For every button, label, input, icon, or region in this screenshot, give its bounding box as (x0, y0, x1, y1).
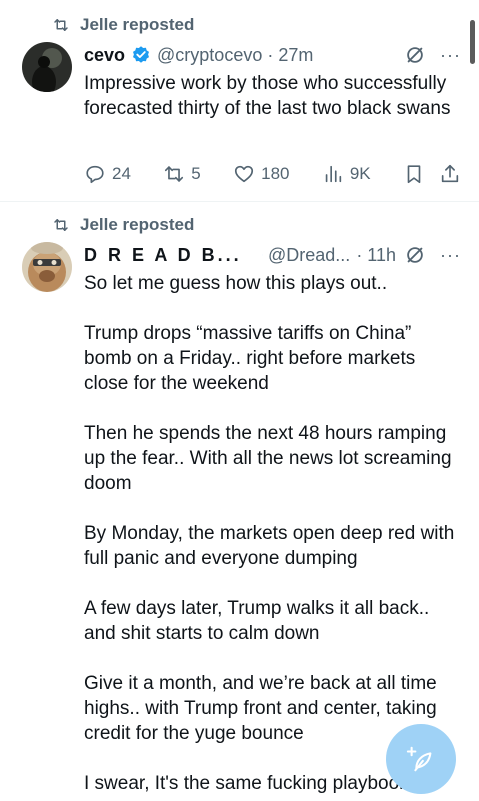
grok-icon[interactable] (404, 244, 426, 266)
grok-icon[interactable] (404, 44, 426, 66)
display-name[interactable]: D R E A D B... (84, 245, 242, 266)
timestamp[interactable]: · 27m (267, 45, 313, 66)
like-icon (233, 163, 255, 185)
like-count: 180 (261, 164, 289, 184)
view-count: 9K (350, 164, 371, 184)
reply-button[interactable]: 24 (84, 163, 131, 185)
avatar[interactable] (22, 42, 72, 92)
reply-count: 24 (112, 164, 131, 184)
repost-count: 5 (191, 164, 200, 184)
tweet-content: cevo @cryptocevo · 27m ··· Impressive wo… (84, 42, 461, 121)
repost-indicator: Jelle reposted (52, 215, 194, 235)
tweet-2[interactable]: Jelle reposted D R E A D B... @Dread... … (0, 202, 479, 801)
repost-label: Jelle reposted (80, 215, 194, 235)
repost-icon (52, 216, 70, 234)
views-icon (322, 163, 344, 185)
tweet-1[interactable]: Jelle reposted cevo @cryptocevo · 27m ··… (0, 0, 479, 202)
handle[interactable]: @Dread... (268, 245, 350, 266)
repost-label: Jelle reposted (80, 15, 194, 35)
tweet-header: cevo @cryptocevo · 27m ··· (84, 42, 461, 68)
display-name[interactable]: cevo (84, 45, 125, 66)
repost-icon (52, 16, 70, 34)
repost-indicator: Jelle reposted (52, 15, 194, 35)
timestamp[interactable]: · 11h (356, 245, 396, 266)
more-icon[interactable]: ··· (440, 245, 461, 266)
repost-icon (163, 163, 185, 185)
share-icon[interactable] (439, 163, 461, 185)
compose-button[interactable] (386, 724, 456, 794)
views-button[interactable]: 9K (322, 163, 371, 185)
handle[interactable]: @cryptocevo (157, 45, 262, 66)
avatar-image (22, 242, 72, 292)
like-button[interactable]: 180 (233, 163, 289, 185)
tweet-content: D R E A D B... @Dread... · 11h ··· So le… (84, 242, 461, 796)
reply-icon (84, 163, 106, 185)
tweet-text: So let me guess how this plays out.. Tru… (84, 271, 461, 796)
secondary-actions (403, 163, 461, 185)
avatar-image (22, 42, 72, 92)
bookmark-icon[interactable] (403, 163, 425, 185)
tweet-header: D R E A D B... @Dread... · 11h ··· (84, 242, 461, 268)
more-icon[interactable]: ··· (440, 45, 461, 66)
tweet-actions: 24 5 180 9K (84, 163, 461, 185)
verified-icon (131, 45, 151, 65)
tweet-text: Impressive work by those who successfull… (84, 71, 461, 121)
repost-button[interactable]: 5 (163, 163, 200, 185)
compose-icon (406, 744, 436, 774)
avatar[interactable] (22, 242, 72, 292)
